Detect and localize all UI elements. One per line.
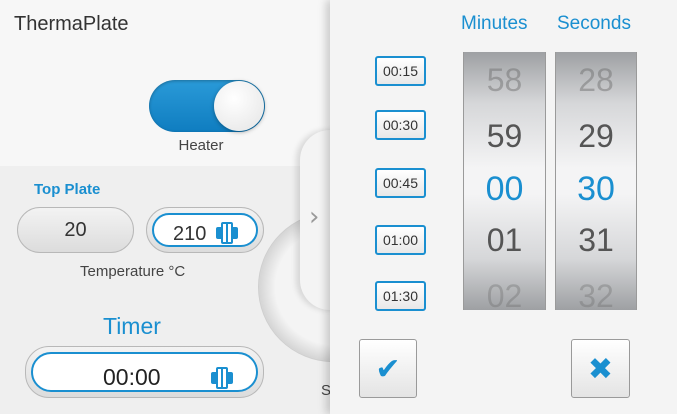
seconds-header: Seconds: [557, 13, 631, 34]
set-temperature-field[interactable]: 210: [146, 207, 264, 253]
top-plate-label: Top Plate: [34, 181, 101, 198]
minutes-option[interactable]: 58: [464, 62, 545, 99]
preset-01-00[interactable]: 01:00: [375, 225, 426, 255]
minutes-header: Minutes: [461, 13, 528, 34]
cancel-button[interactable]: ✖: [571, 339, 630, 398]
toggle-knob[interactable]: [214, 81, 264, 131]
timer-field[interactable]: 00:00: [25, 346, 264, 398]
preset-00-45[interactable]: 00:45: [375, 168, 426, 198]
checkmark-icon: ✔: [375, 352, 401, 387]
heater-label: Heater: [178, 137, 224, 154]
timer-inner[interactable]: 00:00: [31, 352, 258, 392]
preset-00-15[interactable]: 00:15: [375, 56, 426, 86]
temperature-units-label: Temperature °C: [80, 263, 186, 280]
seconds-option[interactable]: 29: [556, 118, 636, 155]
seconds-option[interactable]: 31: [556, 222, 636, 259]
stepper-icon[interactable]: [216, 222, 238, 244]
set-temperature-inner[interactable]: 210: [152, 213, 258, 247]
seconds-selected[interactable]: 30: [556, 170, 636, 209]
close-icon: ✖: [587, 352, 614, 387]
chevron-right-icon[interactable]: ›: [309, 202, 319, 232]
minutes-roller[interactable]: 58 59 00 01 02: [463, 52, 546, 310]
minutes-selected[interactable]: 00: [464, 170, 545, 209]
confirm-button[interactable]: ✔: [359, 339, 417, 398]
seconds-option[interactable]: 32: [556, 278, 636, 310]
dial-partial-label: S: [321, 382, 330, 399]
main-panel: ThermaPlate Heater Top Plate 20 210 Temp…: [0, 0, 330, 414]
set-temperature-value: 210: [173, 223, 207, 245]
stepper-icon[interactable]: [211, 367, 233, 389]
heater-toggle[interactable]: [149, 80, 265, 132]
timer-value: 00:00: [103, 364, 161, 390]
seconds-roller[interactable]: 28 29 30 31 32: [555, 52, 637, 310]
actual-temperature-value: 20: [64, 219, 87, 241]
actual-temperature-display: 20: [17, 207, 134, 253]
app-title: ThermaPlate: [14, 13, 129, 35]
minutes-option[interactable]: 01: [464, 222, 545, 259]
timer-label: Timer: [103, 313, 161, 339]
minutes-option[interactable]: 02: [464, 278, 545, 310]
preset-00-30[interactable]: 00:30: [375, 110, 426, 140]
seconds-option[interactable]: 28: [556, 62, 636, 99]
preset-01-30[interactable]: 01:30: [375, 281, 426, 311]
minutes-option[interactable]: 59: [464, 118, 545, 155]
